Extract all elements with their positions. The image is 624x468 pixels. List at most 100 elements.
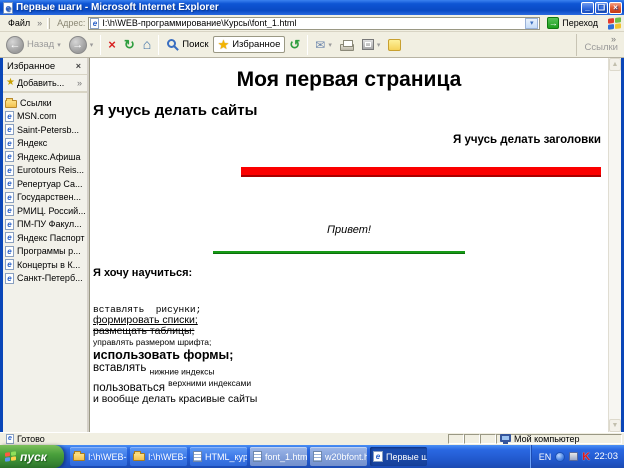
ie-page-icon: e [5, 191, 14, 203]
vertical-scrollbar[interactable]: ▲ ▼ [608, 58, 621, 432]
minimize-button[interactable]: _ [581, 1, 594, 14]
edit-icon [361, 39, 374, 50]
favorites-header: Избранное × [3, 58, 87, 75]
mail-button[interactable]: ✉ ▾ [311, 37, 336, 53]
favorites-item[interactable]: e Eurotours Reis... [5, 164, 85, 178]
ie-page-icon: e [3, 1, 13, 14]
address-bar[interactable]: e I:\h\WEB-программирование\Курсы\font_1… [88, 16, 541, 30]
add-favorite-icon: ★ [6, 77, 15, 88]
status-bar: e Готово Мой компьютер [0, 432, 624, 445]
favorites-item[interactable]: e Яндекс.Афиша [5, 150, 85, 164]
menu-overflow-chevron[interactable]: » [35, 18, 44, 28]
skills-list: вставлять рисунки; формировать списки; р… [93, 304, 608, 405]
favorites-item[interactable]: e РМИЦ. Россий... [5, 204, 85, 218]
forward-dropdown-icon[interactable]: ▾ [90, 41, 94, 49]
address-value[interactable]: I:\h\WEB-программирование\Курсы\font_1.h… [102, 18, 525, 28]
ie-icon: e [373, 451, 383, 462]
page-content: Моя первая страница Я учусь делать сайты… [90, 58, 608, 432]
ie-page-icon: e [5, 137, 14, 149]
favorites-item[interactable]: e Программы р... [5, 245, 85, 259]
history-icon: ↺ [289, 37, 301, 52]
taskbar-button-folder[interactable]: I:\h\WEB-пр... [130, 447, 187, 466]
history-button[interactable]: ↺ [285, 36, 304, 53]
ie-page-icon: e [90, 17, 100, 29]
home-icon: ⌂ [142, 36, 152, 52]
tray-app-icon[interactable] [569, 452, 579, 461]
green-rule [213, 251, 465, 254]
antivirus-icon[interactable]: K [582, 451, 590, 463]
favorites-list: Ссылки e MSN.com e Saint-Petersb... e Ян… [3, 93, 87, 432]
status-pane [448, 434, 464, 444]
stop-button[interactable]: × [104, 36, 120, 53]
favorites-button[interactable]: ★ Избранное [212, 36, 286, 53]
volume-icon[interactable] [555, 451, 566, 462]
taskbar-button-document[interactable]: w20bfont.ht... [310, 447, 367, 466]
back-button[interactable]: ← Назад ▾ [2, 34, 65, 56]
search-button[interactable]: Поиск [162, 36, 212, 53]
taskbar-button-document[interactable]: HTML_курс... [190, 447, 247, 466]
back-dropdown-icon[interactable]: ▾ [57, 41, 61, 49]
home-button[interactable]: ⌂ [139, 36, 155, 53]
favorites-item[interactable]: e ПМ-ПУ Факул... [5, 218, 85, 232]
edit-button[interactable]: ▾ [358, 37, 385, 52]
messenger-button[interactable] [384, 37, 405, 53]
address-dropdown[interactable]: ▾ [525, 17, 539, 29]
list-item-bold: использовать формы; [93, 348, 234, 362]
favorites-item[interactable]: e Репертуар Са... [5, 177, 85, 191]
messenger-icon [388, 38, 402, 51]
maximize-button[interactable]: ❑ [595, 1, 608, 14]
forward-button[interactable]: → ▾ [65, 34, 98, 56]
favorites-item[interactable]: e Государствен... [5, 191, 85, 205]
favorites-title: Избранное [7, 60, 56, 72]
page-title: Моя первая страница [236, 68, 462, 91]
scroll-down-icon[interactable]: ▼ [609, 419, 621, 432]
ie-page-icon: e [5, 218, 14, 230]
favorites-item[interactable]: e Яндекс Паспорт [5, 231, 85, 245]
print-icon [339, 39, 354, 51]
taskbar-button-document[interactable]: font_1.html ... [250, 447, 307, 466]
favorites-star-icon: ★ [217, 37, 230, 52]
taskbar: пуск I:\h\WEB-пр... I:\h\WEB-пр... HTML_… [0, 445, 624, 468]
go-label: Переход [562, 18, 598, 28]
folder-icon [133, 451, 145, 461]
back-icon: ← [6, 35, 24, 54]
address-label: Адрес: [57, 18, 86, 28]
system-tray: EN K 22:03 [529, 445, 624, 468]
mail-dropdown-icon[interactable]: ▾ [328, 41, 332, 49]
go-button[interactable]: → Переход [543, 17, 602, 29]
taskbar-button-folder[interactable]: I:\h\WEB-пр... [70, 447, 127, 466]
favorites-overflow-chevron[interactable]: » [75, 78, 84, 88]
favorites-item[interactable]: e MSN.com [5, 110, 85, 124]
close-button[interactable]: × [609, 1, 622, 14]
notepad-icon [193, 451, 202, 462]
refresh-button[interactable]: ↻ [120, 36, 139, 53]
scroll-up-icon[interactable]: ▲ [609, 58, 621, 71]
favorites-pane: Избранное × ★ Добавить... » Ссылки e MSN… [3, 58, 87, 432]
menu-file[interactable]: Файл [3, 17, 35, 29]
security-zone-pane: Мой компьютер [496, 434, 622, 444]
language-indicator[interactable]: EN [539, 452, 552, 462]
notepad-icon [253, 451, 262, 462]
toolbar-separator [158, 34, 160, 55]
clock: 22:03 [594, 451, 618, 462]
favorites-item-links[interactable]: Ссылки [5, 96, 85, 110]
edit-dropdown-icon[interactable]: ▾ [377, 41, 381, 49]
add-favorite-button[interactable]: ★ Добавить... » [3, 75, 87, 93]
task-buttons: I:\h\WEB-пр... I:\h\WEB-пр... HTML_курс.… [64, 445, 427, 468]
zone-text: Мой компьютер [514, 434, 580, 444]
list-item-small: управлять размером шрифта; [93, 337, 212, 347]
folder-icon [73, 451, 85, 461]
print-button[interactable] [336, 37, 358, 53]
list-item-superscript: пользоваться верхними индексами [93, 378, 252, 395]
taskbar-button-ie[interactable]: e Первые шаг... [370, 447, 427, 466]
favorites-item[interactable]: e Яндекс [5, 137, 85, 151]
favorites-item[interactable]: e Saint-Petersb... [5, 123, 85, 137]
search-icon [167, 39, 177, 48]
start-button[interactable]: пуск [0, 445, 64, 468]
links-toolbar[interactable]: » Ссылки [575, 33, 622, 56]
favorites-item[interactable]: e Санкт-Петерб... [5, 272, 85, 286]
favorites-item[interactable]: e Концерты в К... [5, 258, 85, 272]
menu-address-row: Файл » Адрес: e I:\h\WEB-программировани… [0, 15, 624, 32]
status-text-pane: e Готово [2, 434, 448, 444]
favorites-close-icon[interactable]: × [74, 61, 83, 71]
